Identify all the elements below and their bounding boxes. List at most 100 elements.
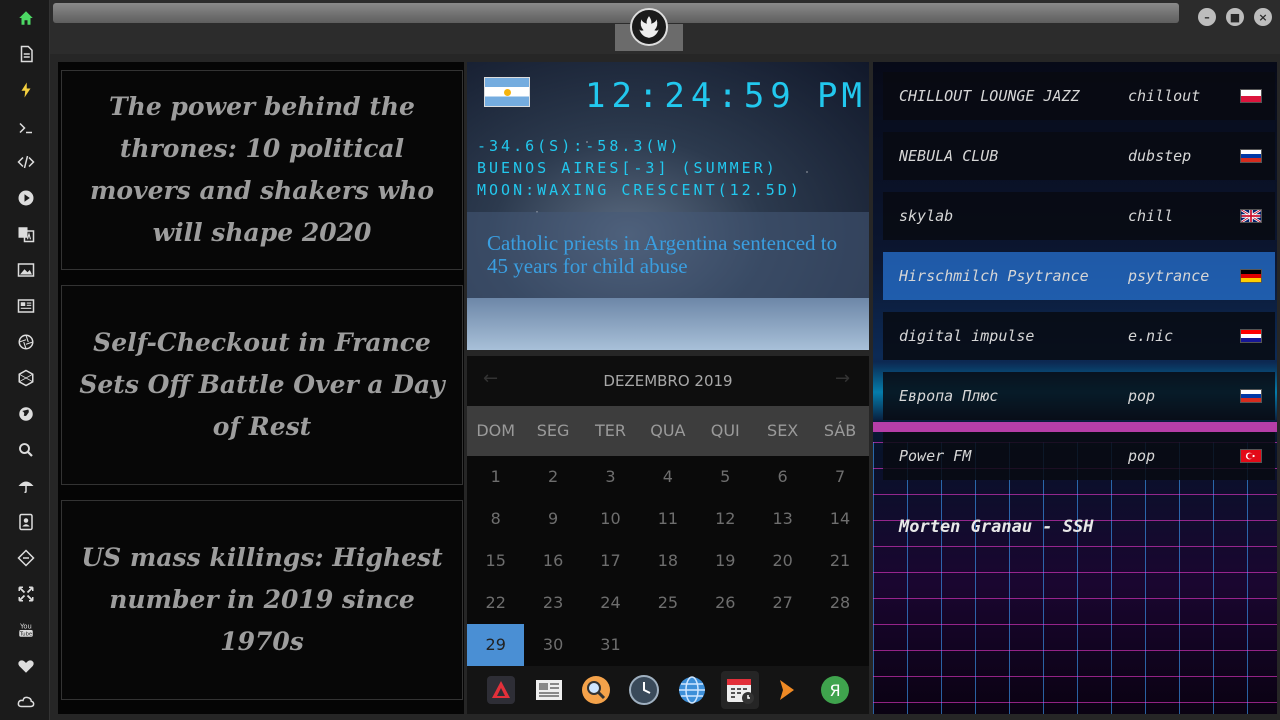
- calendar-day[interactable]: 23: [524, 582, 581, 624]
- dock-app-calendar[interactable]: [720, 671, 759, 709]
- next-month-icon[interactable]: →: [835, 368, 850, 389]
- newspaper-icon[interactable]: [14, 294, 38, 318]
- svg-text:Я: Я: [830, 681, 841, 700]
- heart-icon[interactable]: [14, 654, 38, 678]
- dock-app-search[interactable]: [577, 671, 615, 709]
- calendar-day[interactable]: 22: [467, 582, 524, 624]
- calendar-day[interactable]: 19: [697, 540, 754, 582]
- expand-icon[interactable]: [14, 582, 38, 606]
- lightning-icon[interactable]: [14, 78, 38, 102]
- calendar-day[interactable]: 26: [697, 582, 754, 624]
- calendar-day[interactable]: 21: [811, 540, 868, 582]
- hexagon-icon[interactable]: [14, 366, 38, 390]
- calendar-day-today[interactable]: 29: [467, 624, 525, 666]
- calendar-day[interactable]: 31: [582, 624, 639, 666]
- calendar-day[interactable]: 25: [639, 582, 696, 624]
- calendar-day[interactable]: 16: [524, 540, 581, 582]
- news-card[interactable]: US mass killings: Highest number in 2019…: [61, 500, 463, 700]
- search-icon[interactable]: [14, 438, 38, 462]
- station-name: CHILLOUT LOUNGE JAZZ: [899, 87, 1080, 105]
- dock-app-media[interactable]: [768, 671, 806, 709]
- weekday-label: SEG: [536, 421, 570, 440]
- youtube-icon[interactable]: You Tube: [14, 618, 38, 642]
- calendar-day[interactable]: 30: [524, 624, 581, 666]
- calendar-day[interactable]: 13: [754, 498, 811, 540]
- location-headline[interactable]: Catholic priests in Argentina sentenced …: [487, 232, 859, 278]
- news-headline: The power behind the thrones: 10 politic…: [89, 92, 435, 247]
- git-diff-icon[interactable]: [14, 546, 38, 570]
- clock-time: 12:24:59: [585, 76, 797, 116]
- calendar-day[interactable]: 6: [754, 456, 811, 498]
- contacts-icon[interactable]: [14, 510, 38, 534]
- minimize-button[interactable]: –: [1198, 8, 1216, 26]
- umbrella-icon[interactable]: [14, 474, 38, 498]
- play-circle-icon[interactable]: [14, 186, 38, 210]
- calendar-day[interactable]: 15: [467, 540, 524, 582]
- station-genre: e.nic: [1128, 327, 1174, 345]
- station-genre: chillout: [1128, 87, 1201, 105]
- globe-icon[interactable]: [14, 402, 38, 426]
- calendar-month-label: DEZEMBRO 2019: [603, 372, 733, 390]
- dock-app-yandex[interactable]: Я: [816, 671, 854, 709]
- radio-station-row[interactable]: NEBULA CLUB dubstep: [883, 132, 1275, 180]
- document-icon[interactable]: [14, 42, 38, 66]
- aperture-icon[interactable]: [14, 330, 38, 354]
- calendar-day[interactable]: 4: [639, 456, 696, 498]
- calendar-day[interactable]: 20: [754, 540, 811, 582]
- calendar-day[interactable]: 24: [582, 582, 639, 624]
- weekday-label: SÁB: [823, 421, 857, 440]
- calendar-week: 29 30 31: [467, 624, 869, 666]
- calendar-day[interactable]: 11: [639, 498, 696, 540]
- magnifier-app-icon: [582, 676, 611, 704]
- clock-coordinates: -34.6(S):-58.3(W): [477, 137, 682, 155]
- calendar-day[interactable]: 27: [754, 582, 811, 624]
- title-bar-track[interactable]: [53, 3, 1179, 23]
- home-icon[interactable]: [14, 6, 38, 30]
- calendar-day[interactable]: 10: [582, 498, 639, 540]
- news-card[interactable]: Self-Checkout in France Sets Off Battle …: [61, 285, 463, 485]
- calendar-day: [639, 624, 696, 666]
- app-dock: Я: [467, 666, 869, 714]
- calendar-day[interactable]: 28: [811, 582, 868, 624]
- radio-station-row[interactable]: Power FM pop: [883, 432, 1275, 480]
- calendar-day[interactable]: 12: [697, 498, 754, 540]
- calendar-day[interactable]: 1: [467, 456, 524, 498]
- station-name: Европа Плюс: [899, 387, 999, 405]
- calendar-day[interactable]: 18: [639, 540, 696, 582]
- radio-station-row[interactable]: digital impulse e.nic: [883, 312, 1275, 360]
- calendar-day[interactable]: 14: [811, 498, 868, 540]
- dock-app-clock[interactable]: [625, 671, 663, 709]
- calendar-day[interactable]: 3: [582, 456, 639, 498]
- image-icon[interactable]: [14, 258, 38, 282]
- sky-gradient: [467, 298, 869, 350]
- radio-station-row[interactable]: Европа Плюс pop: [883, 372, 1275, 420]
- translate-icon[interactable]: [14, 222, 38, 246]
- weekday-label: DOM: [476, 421, 516, 440]
- calendar-day[interactable]: 8: [467, 498, 524, 540]
- calendar-day[interactable]: 5: [697, 456, 754, 498]
- radio-station-row[interactable]: skylab chill: [883, 192, 1275, 240]
- dock-app-news[interactable]: [530, 671, 568, 709]
- dock-app-browser[interactable]: [673, 671, 711, 709]
- code-icon[interactable]: [14, 150, 38, 174]
- calendar-day[interactable]: 17: [582, 540, 639, 582]
- globe-app-icon: [678, 676, 705, 704]
- maximize-button[interactable]: ■: [1226, 8, 1244, 26]
- croatia-flag-icon: [1240, 329, 1262, 343]
- terminal-icon[interactable]: [14, 116, 38, 140]
- radio-station-row[interactable]: CHILLOUT LOUNGE JAZZ chillout: [883, 72, 1275, 120]
- radio-station-row-selected[interactable]: Hirschmilch Psytrance psytrance: [883, 252, 1275, 300]
- calendar-day[interactable]: 2: [524, 456, 581, 498]
- sidebar-icon-rail: You Tube: [0, 0, 50, 720]
- news-column: The power behind the thrones: 10 politic…: [58, 62, 464, 714]
- cloud-icon[interactable]: [14, 690, 38, 714]
- red-triangle-app-icon: [486, 676, 515, 704]
- calendar-day[interactable]: 7: [811, 456, 868, 498]
- neon-pink-horizon: [873, 422, 1277, 432]
- calendar-day[interactable]: 9: [524, 498, 581, 540]
- close-button[interactable]: ×: [1254, 8, 1272, 26]
- dock-app-anydesk[interactable]: [482, 671, 520, 709]
- news-card[interactable]: The power behind the thrones: 10 politic…: [61, 70, 463, 270]
- news-headline: US mass killings: Highest number in 2019…: [81, 543, 443, 656]
- radio-station-panel: CHILLOUT LOUNGE JAZZ chillout NEBULA CLU…: [873, 62, 1277, 714]
